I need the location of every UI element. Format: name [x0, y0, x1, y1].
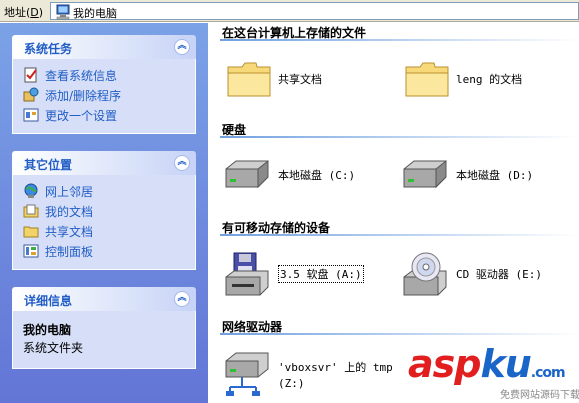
system-tasks-panel: 系统任务 ︽ 查看系统信息 添加/删除程序 更改一个设置: [12, 35, 196, 134]
item-cd-drive-e[interactable]: CD 驱动器 (E:): [400, 251, 542, 297]
folder-icon: [405, 62, 449, 97]
my-documents-link[interactable]: 我的文档: [23, 201, 185, 221]
group-divider: [220, 333, 579, 335]
add-remove-programs-link[interactable]: 添加/删除程序: [23, 85, 185, 105]
address-value: 我的电脑: [73, 7, 117, 20]
system-info-icon: [24, 67, 37, 83]
group-divider: [220, 136, 579, 138]
task-pane: 系统任务 ︽ 查看系统信息 添加/删除程序 更改一个设置 其它位置 ︽ 网上邻居…: [0, 23, 208, 403]
address-bar: 地址(D) 我的电脑: [0, 0, 579, 22]
system-tasks-header[interactable]: 系统任务 ︽: [12, 35, 196, 59]
collapse-icon[interactable]: ︽: [174, 155, 190, 171]
group-divider: [220, 234, 579, 236]
details-panel: 详细信息 ︽ 我的电脑 系统文件夹: [12, 287, 196, 369]
item-leng-documents[interactable]: leng 的文档: [404, 59, 522, 99]
system-tasks-title: 系统任务: [24, 42, 73, 56]
other-places-header[interactable]: 其它位置 ︽: [12, 151, 196, 175]
watermark-logo: aspku.com 免费网站源码下载站!: [408, 342, 579, 401]
change-setting-link[interactable]: 更改一个设置: [23, 105, 185, 125]
network-places-icon: [24, 183, 38, 198]
item-network-drive-z[interactable]: 'vboxsvr' 上的 tmp (Z:): [222, 349, 393, 397]
details-subtitle: 系统文件夹: [23, 341, 84, 355]
shared-documents-link[interactable]: 共享文档: [23, 221, 185, 241]
system-info-link[interactable]: 查看系统信息: [23, 65, 185, 85]
hard-drive-icon: [403, 159, 447, 189]
floppy-drive-icon: [225, 252, 269, 296]
details-title: 详细信息: [24, 294, 73, 308]
folder-icon: [227, 62, 271, 97]
hard-drive-icon: [225, 159, 269, 189]
item-local-disk-d[interactable]: 本地磁盘 (D:): [400, 157, 533, 193]
other-places-panel: 其它位置 ︽ 网上邻居 我的文档 共享文档 控制面板: [12, 151, 196, 270]
collapse-icon[interactable]: ︽: [174, 291, 190, 307]
group-divider: [220, 39, 579, 41]
network-places-link[interactable]: 网上邻居: [23, 181, 185, 201]
control-panel-link[interactable]: 控制面板: [23, 241, 185, 261]
other-places-title: 其它位置: [24, 158, 73, 172]
details-header[interactable]: 详细信息 ︽: [12, 287, 196, 311]
address-label: 地址(D): [4, 6, 44, 19]
address-input[interactable]: 我的电脑: [50, 2, 579, 20]
details-name: 我的电脑: [23, 323, 72, 337]
add-remove-programs-icon: [23, 87, 39, 102]
control-panel-icon: [23, 244, 39, 258]
control-panel-settings-icon: [23, 108, 39, 122]
collapse-icon[interactable]: ︽: [174, 39, 190, 55]
my-documents-icon: [23, 204, 39, 218]
cd-drive-icon: [403, 252, 447, 296]
item-local-disk-c[interactable]: 本地磁盘 (C:): [222, 157, 355, 193]
item-floppy-a[interactable]: 3.5 软盘 (A:): [222, 251, 364, 297]
my-computer-icon: [56, 4, 70, 20]
shared-folder-icon: [23, 226, 39, 238]
network-drive-icon: [225, 352, 269, 396]
item-shared-documents[interactable]: 共享文档: [226, 59, 322, 99]
